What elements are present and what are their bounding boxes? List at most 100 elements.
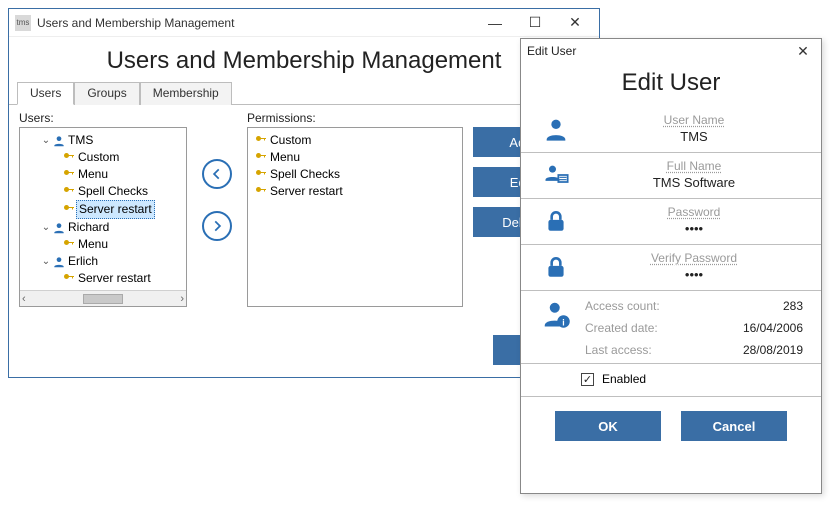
tree-perm-label: Server restart xyxy=(76,200,155,219)
lock-icon xyxy=(539,208,573,234)
scroll-thumb[interactable] xyxy=(83,294,123,304)
key-icon xyxy=(254,151,268,165)
permissions-list[interactable]: Custom Menu Spell Checks Server restart xyxy=(247,127,463,307)
tree-perm[interactable]: Spell Checks xyxy=(26,183,182,200)
user-card-icon xyxy=(539,161,573,189)
users-label: Users: xyxy=(19,111,187,125)
minimize-button[interactable]: — xyxy=(475,10,515,36)
tree-perm[interactable]: Menu xyxy=(26,236,182,253)
tree-perm-selected[interactable]: Server restart xyxy=(26,200,182,219)
username-value[interactable]: TMS xyxy=(585,129,803,144)
key-icon xyxy=(62,238,76,252)
field-username: User Name TMS xyxy=(521,107,821,153)
nav-column xyxy=(197,111,237,307)
access-count-value: 283 xyxy=(743,299,803,313)
assign-right-button[interactable] xyxy=(202,211,232,241)
tree-perm[interactable]: Menu xyxy=(26,166,182,183)
window-title: Users and Membership Management xyxy=(37,16,475,30)
enabled-label: Enabled xyxy=(602,372,646,386)
perm-item[interactable]: Custom xyxy=(254,132,458,149)
page-heading: Users and Membership Management xyxy=(9,37,599,81)
tab-users[interactable]: Users xyxy=(17,82,74,105)
user-icon xyxy=(539,115,573,143)
perm-item[interactable]: Spell Checks xyxy=(254,166,458,183)
perm-item-label: Server restart xyxy=(270,183,343,200)
last-access-value: 28/08/2019 xyxy=(743,343,803,357)
tree-perm-label: Menu xyxy=(78,166,108,183)
key-icon xyxy=(62,151,76,165)
tab-body-users: Users: ⌄ TMS Custom Menu Spell Checks Se… xyxy=(9,105,599,317)
tree-user-erlich[interactable]: ⌄ Erlich xyxy=(26,253,182,270)
app-icon: tms xyxy=(15,15,31,31)
tab-membership[interactable]: Membership xyxy=(140,82,232,105)
dialog-titlebar: Edit User ✕ xyxy=(521,39,821,63)
tree-user-label: Richard xyxy=(68,219,109,236)
perm-item-label: Menu xyxy=(270,149,300,166)
permissions-label: Permissions: xyxy=(247,111,463,125)
expand-icon[interactable]: ⌄ xyxy=(40,132,52,149)
tab-bar: Users Groups Membership xyxy=(9,81,599,105)
perm-item-label: Custom xyxy=(270,132,311,149)
key-icon xyxy=(254,185,268,199)
key-icon xyxy=(254,168,268,182)
tree-user-label: Erlich xyxy=(68,253,98,270)
field-verify-password: Verify Password •••• xyxy=(521,245,821,291)
user-icon xyxy=(52,255,66,269)
fullname-label: Full Name xyxy=(585,159,803,173)
verify-password-value[interactable]: •••• xyxy=(585,267,803,282)
tree-perm-label: Menu xyxy=(78,236,108,253)
dialog-title: Edit User xyxy=(527,44,576,58)
svg-text:i: i xyxy=(562,317,564,327)
perm-item[interactable]: Server restart xyxy=(254,183,458,200)
cancel-button[interactable]: Cancel xyxy=(681,411,787,441)
perm-item-label: Spell Checks xyxy=(270,166,340,183)
maximize-button[interactable]: ☐ xyxy=(515,10,555,36)
field-fullname: Full Name TMS Software xyxy=(521,153,821,199)
perm-item[interactable]: Menu xyxy=(254,149,458,166)
username-label: User Name xyxy=(585,113,803,127)
tree-user-richard[interactable]: ⌄ Richard xyxy=(26,219,182,236)
assign-left-button[interactable] xyxy=(202,159,232,189)
expand-icon[interactable]: ⌄ xyxy=(40,219,52,236)
tree-perm[interactable]: Custom xyxy=(26,149,182,166)
key-icon xyxy=(62,272,76,286)
fullname-value[interactable]: TMS Software xyxy=(585,175,803,190)
tree-user-label: TMS xyxy=(68,132,93,149)
titlebar: tms Users and Membership Management — ☐ … xyxy=(9,9,599,37)
created-date-value: 16/04/2006 xyxy=(743,321,803,335)
dialog-close-button[interactable]: ✕ xyxy=(791,43,815,60)
tab-groups[interactable]: Groups xyxy=(74,82,139,105)
tree-perm-label: Spell Checks xyxy=(78,183,148,200)
user-icon xyxy=(52,134,66,148)
dialog-buttons: OK Cancel xyxy=(521,397,821,441)
verify-password-label: Verify Password xyxy=(585,251,803,265)
main-window: tms Users and Membership Management — ☐ … xyxy=(8,8,600,378)
user-icon xyxy=(52,221,66,235)
ok-button[interactable]: OK xyxy=(555,411,661,441)
key-icon xyxy=(62,203,76,217)
window-close-button[interactable]: ✕ xyxy=(555,10,595,36)
scroll-right-icon[interactable]: › xyxy=(180,293,184,305)
tree-perm-label: Custom xyxy=(78,149,119,166)
password-value[interactable]: •••• xyxy=(585,221,803,236)
lock-icon xyxy=(539,254,573,280)
enabled-checkbox[interactable]: ✓ xyxy=(581,373,594,386)
user-info-icon: i xyxy=(539,299,573,329)
scroll-left-icon[interactable]: ‹ xyxy=(22,293,26,305)
users-tree[interactable]: ⌄ TMS Custom Menu Spell Checks Server re… xyxy=(19,127,187,307)
tree-user-tms[interactable]: ⌄ TMS xyxy=(26,132,182,149)
last-access-label: Last access: xyxy=(585,343,733,357)
permissions-column: Permissions: Custom Menu Spell Checks Se… xyxy=(247,111,463,307)
tree-perm-label: Server restart xyxy=(78,270,151,287)
key-icon xyxy=(62,185,76,199)
key-icon xyxy=(62,168,76,182)
info-block: i Access count: 283 Created date: 16/04/… xyxy=(521,291,821,364)
expand-icon[interactable]: ⌄ xyxy=(40,253,52,270)
tree-perm[interactable]: Server restart xyxy=(26,270,182,287)
key-icon xyxy=(254,134,268,148)
users-column: Users: ⌄ TMS Custom Menu Spell Checks Se… xyxy=(19,111,187,307)
password-label: Password xyxy=(585,205,803,219)
field-password: Password •••• xyxy=(521,199,821,245)
horizontal-scrollbar[interactable]: ‹ › xyxy=(20,290,186,306)
created-date-label: Created date: xyxy=(585,321,733,335)
